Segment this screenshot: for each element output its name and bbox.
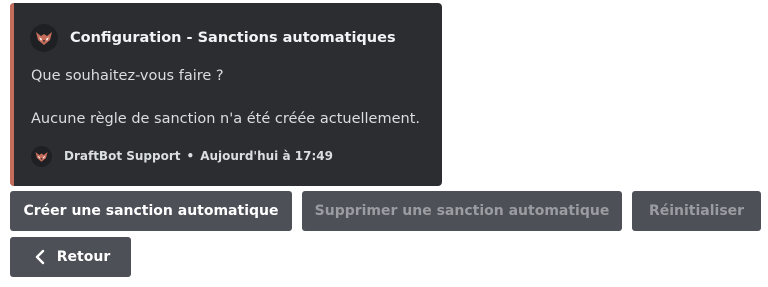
draftbot-wolf-icon	[30, 24, 58, 52]
embed-accent-bar	[10, 3, 14, 186]
footer-timestamp: Aujourd'hui à 17:49	[200, 149, 333, 163]
create-sanction-button[interactable]: Créer une sanction automatique	[10, 191, 292, 231]
embed-card: Configuration - Sanctions automatiques Q…	[10, 3, 442, 186]
draftbot-wolf-icon	[31, 145, 52, 167]
delete-sanction-button[interactable]: Supprimer une sanction automatique	[302, 191, 622, 231]
chevron-left-icon	[35, 249, 45, 265]
back-button[interactable]: Retour	[10, 237, 131, 277]
footer-separator: •	[186, 149, 195, 163]
reset-label: Réinitialiser	[648, 203, 745, 219]
embed-description-prompt: Que souhaitez-vous faire ?	[31, 68, 224, 84]
embed-author: Configuration - Sanctions automatiques	[30, 24, 396, 52]
footer-name: DraftBot Support	[64, 149, 181, 163]
embed-footer: DraftBot Support • Aujourd'hui à 17:49	[31, 145, 333, 167]
delete-sanction-label: Supprimer une sanction automatique	[314, 203, 610, 219]
embed-description-status: Aucune règle de sanction n'a été créée a…	[31, 111, 420, 127]
create-sanction-label: Créer une sanction automatique	[23, 203, 279, 219]
back-label: Retour	[56, 249, 111, 265]
reset-button[interactable]: Réinitialiser	[632, 191, 761, 231]
embed-author-name: Configuration - Sanctions automatiques	[70, 30, 396, 46]
